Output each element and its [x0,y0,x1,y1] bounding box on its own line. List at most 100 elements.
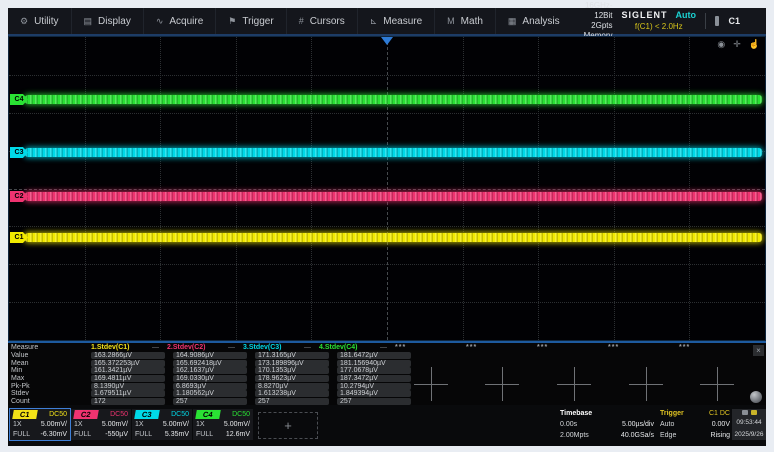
max-c4: 187.3472µV [337,375,411,382]
menu-display-label: Display [98,16,131,27]
trace-c1 [25,233,762,242]
add-measurement-button[interactable] [414,367,448,401]
menu-cursors[interactable]: # Cursors [287,8,358,34]
trigger-mode: Auto [660,420,674,429]
value-c4: 181.6472µV [337,352,411,359]
row-label: Value [11,352,91,359]
channel-attenuation: 1X [13,420,22,429]
value-c3: 171.3165µV [255,352,329,359]
menu-trigger[interactable]: ⚑ Trigger [216,8,286,34]
stdev-c3: 1.613238µV [255,390,329,397]
measure-col-2[interactable]: 2.Stdev(C2) — [167,344,243,351]
menu-acquire-label: Acquire [169,16,203,27]
bandwidth-label: 16GHz-12Bit [572,1,613,21]
panel-handle-button[interactable] [750,391,762,403]
mean-c1: 165.372253µV [91,360,165,367]
channel-descriptor-c1[interactable]: C1 DC50 1X 5.00mV/ FULL -6.30mV [10,409,70,440]
stdev-c4: 1.849394µV [337,390,411,397]
channel-bandwidth: FULL [196,430,213,439]
scope-screen: ⚙ Utility ▤ Display ∿ Acquire ⚑ Trigger … [8,8,766,446]
max-c2: 169.0330µV [173,375,247,382]
trigger-frequency: f(C1) < 2.0Hz [622,21,697,32]
trace-c3 [25,148,762,157]
timebase-sample-rate: 40.0GSa/s [621,431,654,440]
channel-attenuation: 1X [135,420,144,429]
channel-descriptor-c3[interactable]: C3 DC50 1X 5.00mV/ FULL 5.35mV [132,409,192,440]
row-label: Pk-Pk [11,383,91,390]
touch-icon[interactable]: ☝ [749,38,760,50]
col-separator: — [228,344,235,351]
channel-scale: 5.00mV/ [41,420,67,429]
channel-bandwidth: FULL [135,430,152,439]
channel-attenuation: 1X [196,420,205,429]
trace-c2 [25,192,762,201]
usb-icon [715,16,720,26]
menu-measure[interactable]: ⊾ Measure [358,8,435,34]
empty-measure-slot-header: *** [537,344,608,351]
empty-measure-slot-header: *** [466,344,537,351]
bottom-bar: C1 DC50 1X 5.00mV/ FULL -6.30mV C2 DC50 [8,405,766,446]
col-separator: — [380,344,387,351]
measure-col-1-label: 1.Stdev(C1) [91,344,130,351]
brand-block: SIGLENT Auto f(C1) < 2.0Hz [622,10,697,32]
measure-row-value: Value 163.2866µV 164.9086µV 171.3165µV 1… [8,352,766,360]
measure-col-4[interactable]: 4.Stdev(C4) — [319,344,395,351]
measure-header-row: Measure 1.Stdev(C1) — 2.Stdev(C2) — 3.St… [8,343,766,352]
math-icon: M [447,16,455,26]
trigger-slope: Rising [711,431,730,440]
menu-analysis[interactable]: ▦ Analysis [496,8,572,34]
menubar-divider [705,13,706,29]
channel-bandwidth: FULL [13,430,30,439]
active-channel-indicator[interactable]: C1 [728,16,758,26]
menu-math[interactable]: M Math [435,8,496,34]
trigger-position-marker[interactable] [381,37,393,45]
menu-cursors-label: Cursors [310,16,345,27]
count-c4: 257 [337,398,411,405]
cursors-icon: # [299,16,304,26]
measure-col-2-label: 2.Stdev(C2) [167,344,206,351]
channel-id: C3 [134,410,159,419]
timebase-descriptor[interactable]: Timebase 0.00s 5.00µs/div 2.00Mpts 40.0G… [560,409,654,440]
pan-icon[interactable]: ✛ [733,38,741,50]
measure-col-1[interactable]: 1.Stdev(C1) — [91,344,167,351]
row-label: Max [11,375,91,382]
menu-analysis-label: Analysis [522,16,559,27]
measure-col-3-label: 3.Stdev(C3) [243,344,282,351]
trigger-descriptor[interactable]: Trigger C1 DC Auto 0.00V Edge Rising [660,409,730,440]
channel-descriptor-c4[interactable]: C4 DC50 1X 5.00mV/ FULL 12.6mV [193,409,253,440]
channel-coupling: DC50 [232,410,250,419]
measure-title: Measure [11,344,91,351]
pkpk-c3: 8.8270µV [255,383,329,390]
trigger-source: C1 [709,410,718,417]
channel-offset: -550µV [105,430,128,439]
menu-utility[interactable]: ⚙ Utility [8,8,72,34]
channel-id: C1 [12,410,37,419]
waveform-display[interactable]: ◉ ✛ ☝ C4 C3 C2 C1 [8,36,766,341]
count-c1: 172 [91,398,165,405]
channel-offset: -6.30mV [41,430,67,439]
channel-descriptor-c2[interactable]: C2 DC50 1X 5.00mV/ FULL -550µV [71,409,131,440]
add-trace-button[interactable]: + [258,412,318,439]
channel-scale: 5.00mV/ [224,420,250,429]
menu-acquire[interactable]: ∿ Acquire [144,8,216,34]
pkpk-c2: 6.8693µV [173,383,247,390]
plus-icon: + [284,418,292,433]
empty-measure-slot-header: *** [395,344,466,351]
oscilloscope-screenshot: ⚙ Utility ▤ Display ∿ Acquire ⚑ Trigger … [0,0,774,452]
max-c3: 178.9623µV [255,375,329,382]
row-label: Stdev [11,390,91,397]
add-measurement-button[interactable] [629,367,663,401]
add-measurement-button[interactable] [485,367,519,401]
measure-col-3[interactable]: 3.Stdev(C3) — [243,344,319,351]
add-measurement-button[interactable] [700,367,734,401]
channel-scale: 5.00mV/ [163,420,189,429]
channel-offset: 5.35mV [165,430,189,439]
close-icon[interactable]: × [753,345,764,356]
camera-icon[interactable]: ◉ [717,38,725,50]
acquisition-status[interactable]: Auto [676,10,697,21]
mean-c3: 173.189896µV [255,360,329,367]
clock-date: 2025/9/26 [735,431,764,439]
menu-display[interactable]: ▤ Display [72,8,144,34]
add-measurement-button[interactable] [557,367,591,401]
row-label: Mean [11,360,91,367]
